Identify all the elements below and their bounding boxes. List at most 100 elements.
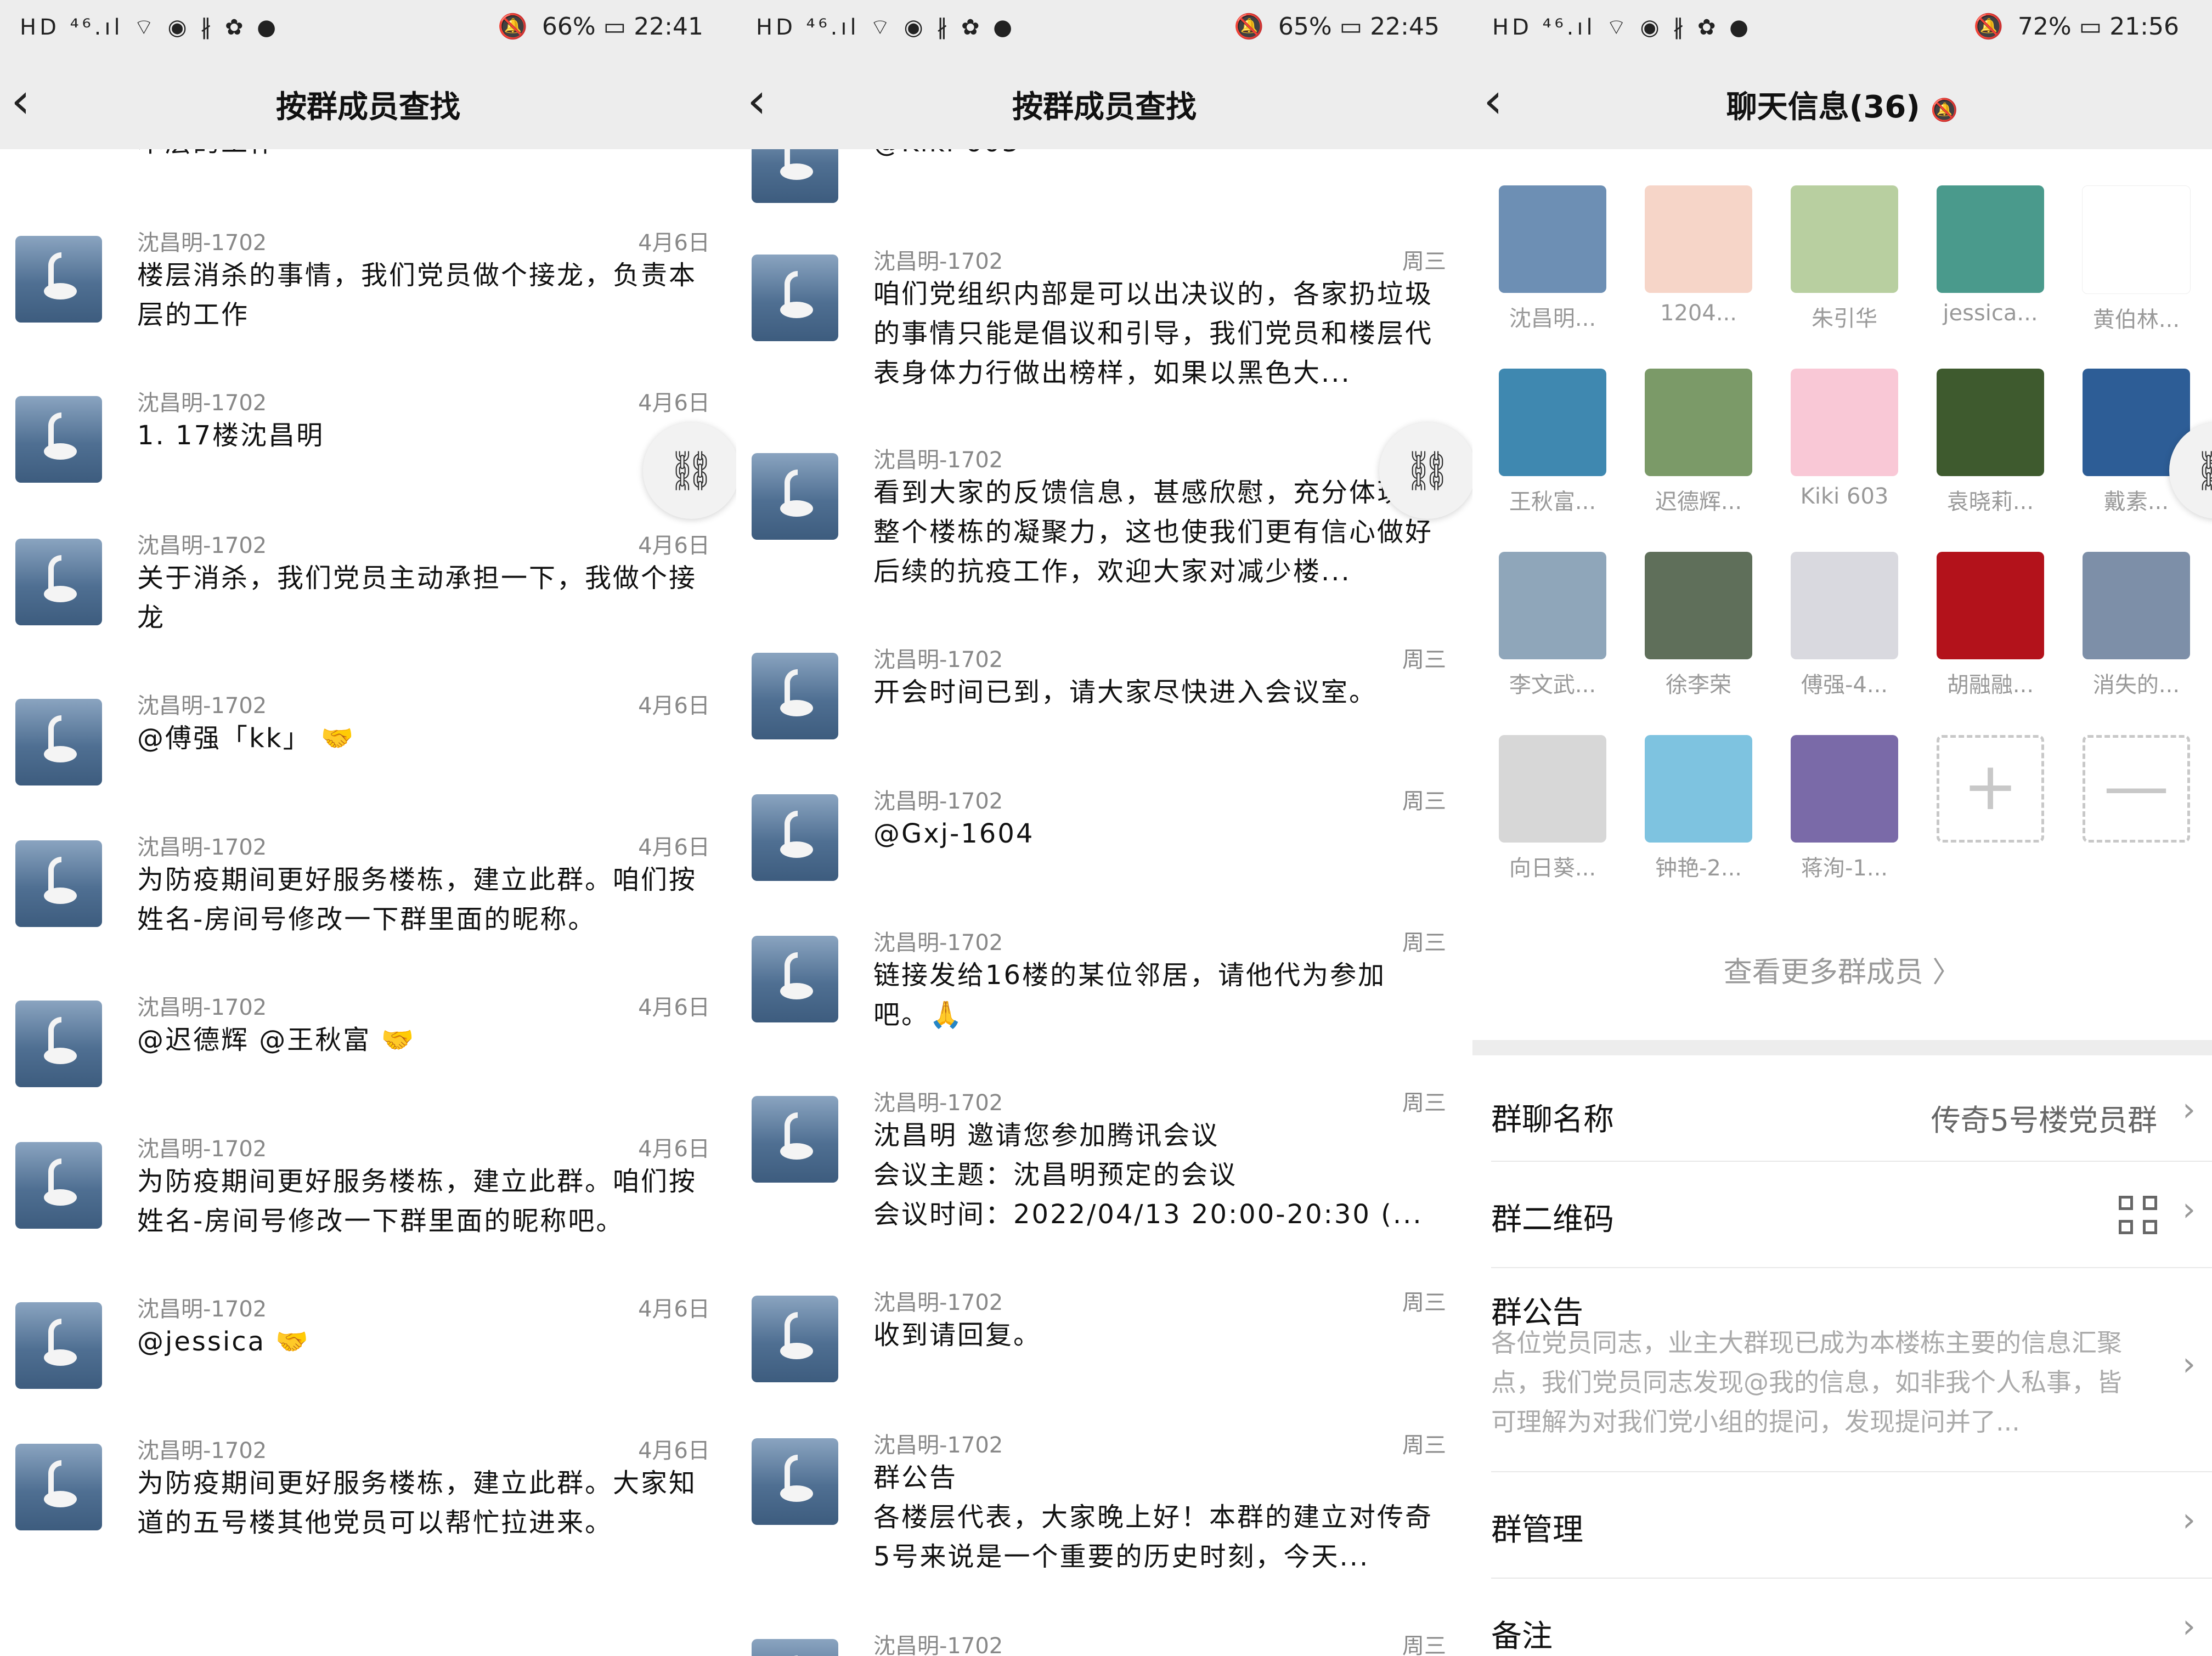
member-item[interactable]: 袁晓莉... [1936,369,2045,516]
list-item[interactable]: 沈昌明-1702 周三 [736,1628,1472,1656]
message-text: 关于消杀，我们党员主动承担一下，我做个接龙 [137,563,697,633]
message-text: 开会时间已到，请大家尽快进入会议室。 [873,677,1378,708]
message-text: 群公告 各楼层代表，大家晚上好！本群的建立对传奇5号来说是一个重要的历史时刻，今… [873,1462,1434,1572]
member-item[interactable]: 1204... [1644,185,1753,326]
list-item[interactable]: 沈昌明-1702 周三 群公告 各楼层代表，大家晚上好！本群的建立对传奇5号来说… [736,1427,1472,1603]
message-date: 4月6日 [638,391,710,416]
member-item[interactable]: 蒋洵-1... [1790,735,1899,882]
message-list[interactable]: @Kiki 603 沈昌明-1702 周三 咱们党组织内部是可以出决议的，各家扔… [736,149,1472,1656]
status-right: 🔕 65% ▭ 22:45 [1234,12,1440,41]
member-item[interactable]: 朱引华 [1790,185,1899,332]
member-name: Kiki 603 [1800,484,1889,509]
remove-member-button[interactable]: — [2081,735,2191,843]
sender-name: 沈昌明-1702 [137,230,267,256]
swan-icon [780,811,813,861]
sender-name: 沈昌明-1702 [137,1297,267,1322]
swan-icon [44,252,77,303]
list-item[interactable]: 沈昌明-1702 4月6日 为防疫期间更好服务楼栋，建立此群。大家知道的五号楼其… [0,1433,736,1559]
partial-message-text: @Kiki 603 [873,149,1440,162]
member-name: 钟艳-2... [1655,856,1742,881]
member-item[interactable]: 向日葵... [1498,735,1607,882]
search-by-member-panel-1: HD ⁴⁶.ıl ⌔ ◉ ∦ ✿ ● 🔕 66% ▭ 22:41 ‹ 按群成员查… [0,0,736,1656]
message-date: 周三 [1402,789,1446,814]
battery-icon: ▭ [1339,13,1370,41]
remark-row[interactable]: 备注 › [1491,1579,2212,1656]
message-date: 周三 [1402,1433,1446,1458]
group-name-row[interactable]: 群聊名称 传奇5号楼党员群 › [1491,1064,2212,1162]
list-item[interactable]: 沈昌明-1702 4月6日 @jessica 🤝 [0,1291,736,1417]
member-name: 李文武... [1509,672,1596,698]
member-item[interactable]: 徐李荣 [1644,552,1753,699]
add-member-button[interactable]: + [1936,735,2045,843]
group-qrcode-row[interactable]: 群二维码 › [1491,1162,2212,1268]
list-item[interactable]: 沈昌明-1702 周三 链接发给16楼的某位邻居，请他代为参加吧。🙏 [736,925,1472,1067]
message-text: 为防疫期间更好服务楼栋，建立此群。咱们按姓名-房间号修改一下群里面的昵称吧。 [137,1166,697,1236]
list-item[interactable]: 沈昌明-1702 4月6日 关于消杀，我们党员主动承担一下，我做个接龙 [0,528,736,654]
member-item[interactable]: 李文武... [1498,552,1607,699]
member-item[interactable]: jessica... [1936,185,2045,326]
member-item[interactable]: 消失的... [2081,552,2191,699]
avatar [752,1639,838,1656]
view-more-members-link[interactable]: 查看更多群成员 〉 [1472,949,2212,990]
member-avatar [1499,552,1606,659]
swan-icon [44,1319,77,1369]
group-manage-row[interactable]: 群管理 › [1491,1472,2212,1579]
swan-icon [44,555,77,606]
list-item[interactable]: 沈昌明-1702 4月6日 1. 17楼沈昌明 [0,385,736,511]
link-icon[interactable]: ⛓ [643,422,736,519]
list-item[interactable]: 沈昌明-1702 周三 沈昌明 邀请您参加腾讯会议 会议主题：沈昌明预定的会议 … [736,1085,1472,1261]
plus-icon: + [1937,735,2044,843]
list-item[interactable]: 沈昌明-1702 周三 咱们党组织内部是可以出决议的，各家扔垃圾的事情只能是倡议… [736,244,1472,408]
sender-name: 沈昌明-1702 [873,1290,1003,1315]
list-item[interactable]: 沈昌明-1702 周三 开会时间已到，请大家尽快进入会议室。 [736,642,1472,768]
chat-info-panel: HD ⁴⁶.ıl ⌔ ◉ ∦ ✿ ● 🔕 72% ▭ 21:56 ‹ 聊天信息(… [1472,0,2212,1656]
avatar [15,539,102,625]
page-title: 按群成员查找 [276,89,460,125]
member-item[interactable]: 迟德辉... [1644,369,1753,516]
sender-name: 沈昌明-1702 [873,1433,1003,1458]
member-name: 胡融融... [1946,672,2034,698]
member-item[interactable]: Kiki 603 [1790,369,1899,509]
sender-name: 沈昌明-1702 [137,391,267,416]
message-date: 4月6日 [638,693,710,719]
member-item[interactable]: 沈昌明... [1498,185,1607,332]
list-item[interactable]: 沈昌明-1702 周三 @Gxj-1604 [736,783,1472,909]
link-icon[interactable]: ⛓ [1379,422,1472,519]
avatar [752,1096,838,1183]
message-text: @Gxj-1604 [873,818,1035,849]
member-name: 1204... [1660,301,1737,326]
message-list[interactable]: 本层的工作 沈昌明-1702 4月6日 楼层消杀的事情，我们党员做个接龙，负责本… [0,149,736,1656]
message-date: 周三 [1402,1634,1446,1656]
member-avatar [1499,735,1606,843]
member-avatar [1791,735,1898,843]
list-item[interactable]: 沈昌明-1702 4月6日 @傅强「kk」 🤝 [0,688,736,814]
status-bar: HD ⁴⁶.ıl ⌔ ◉ ∦ ✿ ● 🔕 65% ▭ 22:45 [736,0,1472,56]
member-item[interactable]: 胡融融... [1936,552,2045,699]
message-text: 为防疫期间更好服务楼栋，建立此群。大家知道的五号楼其他党员可以帮忙拉进来。 [137,1468,697,1538]
avatar [752,149,838,203]
avatar [15,236,102,323]
member-avatar [2082,185,2191,294]
list-item[interactable]: 沈昌明-1702 4月6日 为防疫期间更好服务楼栋，建立此群。咱们按姓名-房间号… [0,1131,736,1257]
chevron-right-icon: › [2182,1607,2196,1646]
list-item[interactable]: 沈昌明-1702 4月6日 楼层消杀的事情，我们党员做个接龙，负责本层的工作 [0,225,736,351]
group-notice-row[interactable]: 群公告 各位党员同志，业主大群现已成为本楼栋主要的信息汇聚点，我们党员同志发现@… [1491,1268,2212,1472]
list-item[interactable]: 沈昌明-1702 4月6日 @迟德辉 @王秋富 🤝 [0,990,736,1116]
message-text: 链接发给16楼的某位邻居，请他代为参加吧。🙏 [873,960,1386,1030]
sender-name: 沈昌明-1702 [873,249,1003,274]
message-date: 周三 [1402,1290,1446,1315]
list-item[interactable]: 沈昌明-1702 周三 收到请回复。 [736,1285,1472,1411]
list-item[interactable]: 沈昌明-1702 周三 看到大家的反馈信息，甚感欣慰，充分体现了整个楼栋的凝聚力… [736,442,1472,607]
list-item[interactable]: 沈昌明-1702 4月6日 为防疫期间更好服务楼栋，建立此群。咱们按姓名-房间号… [0,829,736,956]
swan-icon [780,952,813,1003]
member-item[interactable]: 钟艳-2... [1644,735,1753,882]
status-right: 🔕 66% ▭ 22:41 [498,12,703,41]
message-date: 周三 [1402,647,1446,672]
member-item[interactable]: 王秋富... [1498,369,1607,516]
clock: 21:56 [2109,13,2179,41]
member-item[interactable]: 傅强-4... [1790,552,1899,699]
section-divider [1472,1040,2212,1055]
page-title: 按群成员查找 [1012,89,1197,125]
member-item[interactable]: 黄伯林... [2081,185,2191,334]
group-notice-text: 各位党员同志，业主大群现已成为本楼栋主要的信息汇聚点，我们党员同志发现@我的信息… [1491,1328,2122,1437]
